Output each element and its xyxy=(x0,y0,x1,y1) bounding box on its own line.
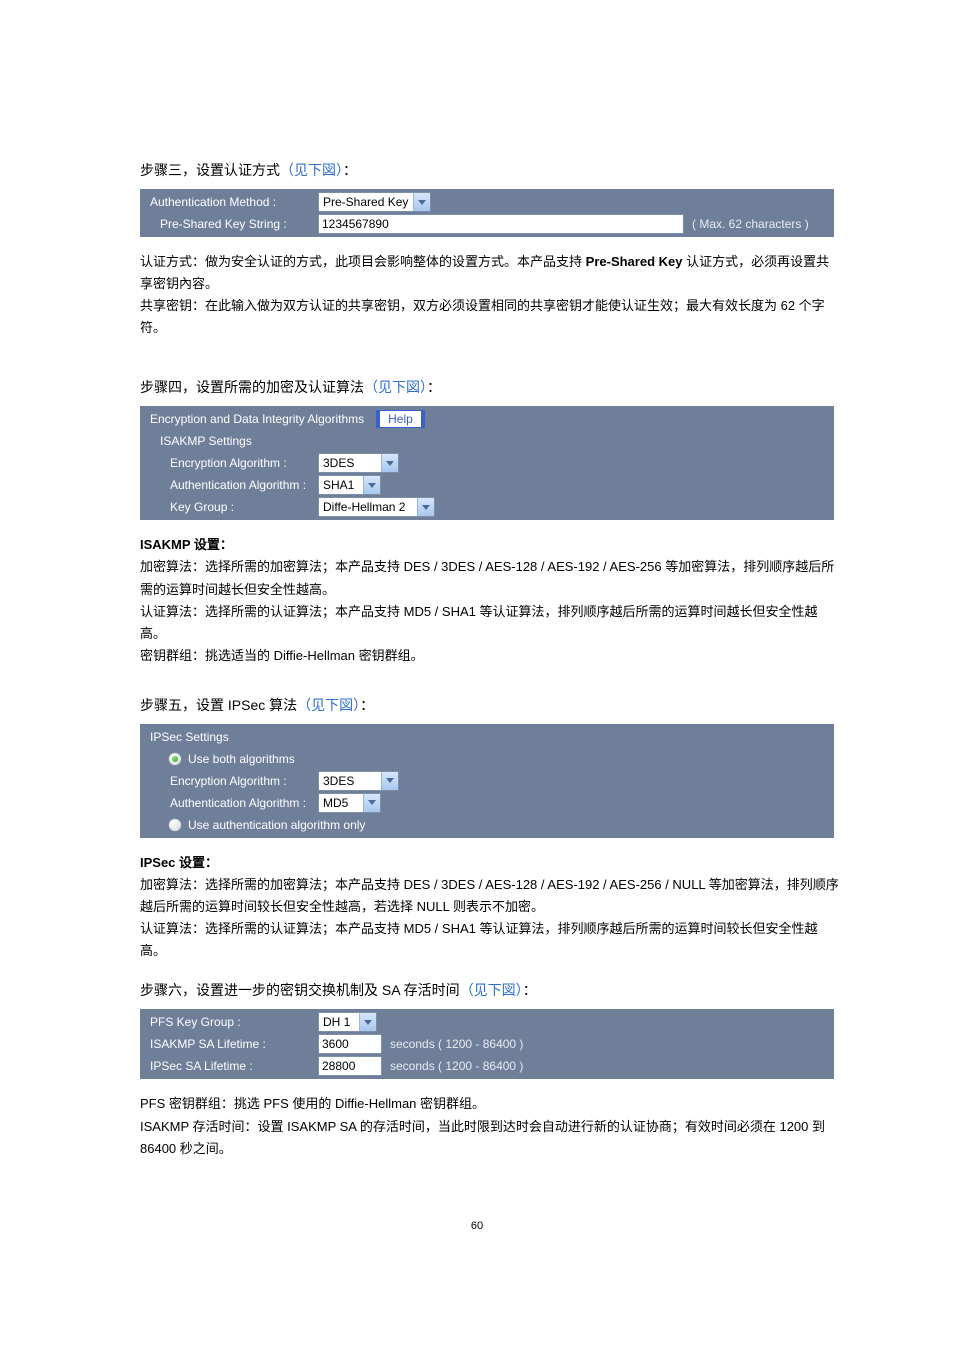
keygroup-select[interactable]: Diffe-Hellman 2 xyxy=(318,497,435,517)
step5-description: IPSec 设置： 加密算法：选择所需的加密算法；本产品支持 DES / 3DE… xyxy=(140,852,840,962)
chevron-down-icon xyxy=(359,1013,376,1031)
ipsec-enc-label: Encryption Algorithm : xyxy=(140,772,318,790)
step3-paren: （见下図） xyxy=(280,162,343,178)
ipsec-auth-select[interactable]: MD5 xyxy=(318,793,381,813)
step4-description: ISAKMP 设置： 加密算法：选择所需的加密算法；本产品支持 DES / 3D… xyxy=(140,534,840,667)
page-number: 60 xyxy=(0,1220,954,1232)
auth-method-select[interactable]: Pre-Shared Key xyxy=(318,192,431,212)
chevron-down-icon xyxy=(381,454,398,472)
isakmp-enc-label: Encryption Algorithm : xyxy=(140,454,318,472)
pfs-label: PFS Key Group : xyxy=(140,1013,318,1031)
encryption-integrity-panel: Encryption and Data Integrity Algorithms… xyxy=(140,406,834,520)
isakmp-settings-title: ISAKMP Settings xyxy=(140,432,258,450)
pfs-lifetime-panel: PFS Key Group : DH 1 ISAKMP SA Lifetime … xyxy=(140,1009,834,1079)
step3-prefix: 步骤三，设置认证方式 xyxy=(140,162,280,178)
help-button[interactable]: Help xyxy=(376,410,425,428)
radio-both-label: Use both algorithms xyxy=(188,750,301,768)
ipsec-lifetime-label: IPSec SA Lifetime : xyxy=(140,1057,318,1075)
radio-both-algorithms[interactable] xyxy=(168,752,182,766)
ipsec-auth-label: Authentication Algorithm : xyxy=(140,794,318,812)
step-heading-3: 步骤三，设置认证方式（见下図）： xyxy=(140,160,954,185)
chevron-down-icon xyxy=(363,794,380,812)
isakmp-auth-select[interactable]: SHA1 xyxy=(318,475,381,495)
pfs-select[interactable]: DH 1 xyxy=(318,1012,377,1032)
auth-method-panel: Authentication Method : Pre-Shared Key P… xyxy=(140,189,834,237)
ipsec-seconds-hint: seconds ( 1200 - 86400 ) xyxy=(382,1059,523,1073)
auth-method-value: Pre-Shared Key xyxy=(319,193,413,211)
psk-label: Pre-Shared Key String : xyxy=(140,215,318,233)
isakmp-enc-select[interactable]: 3DES xyxy=(318,453,399,473)
step6-description: PFS 密钥群组：挑选 PFS 使用的 Diffie-Hellman 密钥群组。… xyxy=(140,1093,840,1159)
psk-hint: ( Max. 62 characters ) xyxy=(684,217,809,231)
ipsec-settings-title: IPSec Settings xyxy=(140,728,235,746)
chevron-down-icon xyxy=(413,193,430,211)
step-heading-5: 步骤五，设置 IPSec 算法（见下図）： xyxy=(140,695,954,720)
step3-suffix: ： xyxy=(343,162,357,178)
isakmp-auth-label: Authentication Algorithm : xyxy=(140,476,318,494)
ipsec-lifetime-input[interactable] xyxy=(318,1056,382,1076)
radio-auth-only-label: Use authentication algorithm only xyxy=(188,816,371,834)
chevron-down-icon xyxy=(381,772,398,790)
chevron-down-icon xyxy=(363,476,380,494)
psk-input[interactable] xyxy=(318,214,684,234)
ipsec-enc-select[interactable]: 3DES xyxy=(318,771,399,791)
step3-description: 认证方式：做为安全认证的方式，此项目会影响整体的设置方式。本产品支持 Pre-S… xyxy=(140,251,840,339)
isakmp-seconds-hint: seconds ( 1200 - 86400 ) xyxy=(382,1037,523,1051)
keygroup-label: Key Group : xyxy=(140,498,318,516)
ipsec-settings-panel: IPSec Settings Use both algorithms Encry… xyxy=(140,724,834,838)
step-heading-4: 步骤四，设置所需的加密及认证算法（见下図）： xyxy=(140,377,954,402)
enc-integrity-title: Encryption and Data Integrity Algorithms xyxy=(140,410,370,428)
isakmp-lifetime-label: ISAKMP SA Lifetime : xyxy=(140,1035,318,1053)
step-heading-6: 步骤六，设置进一步的密钥交换机制及 SA 存活时间（见下図）： xyxy=(140,980,954,1005)
isakmp-lifetime-input[interactable] xyxy=(318,1034,382,1054)
auth-method-label: Authentication Method : xyxy=(140,193,318,211)
radio-auth-only[interactable] xyxy=(168,818,182,832)
chevron-down-icon xyxy=(417,498,434,516)
